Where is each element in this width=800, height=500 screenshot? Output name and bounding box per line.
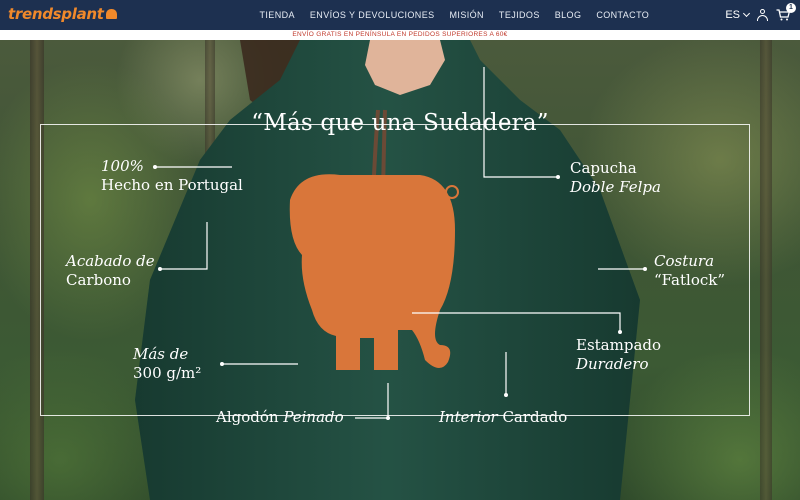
feature-capucha-line2: Doble Felpa (570, 178, 661, 196)
feature-gramaje-line2: 300 g/m² (133, 364, 202, 382)
feature-costura-line1: Costura (654, 252, 715, 270)
cart-count-badge: 1 (786, 3, 796, 13)
nav-item-envios[interactable]: ENVÍOS Y DEVOLUCIONES (302, 10, 442, 20)
feature-carbono-line2: Carbono (66, 271, 131, 289)
feature-estampado: Estampado Duradero (576, 336, 661, 374)
main-nav: TIENDA ENVÍOS Y DEVOLUCIONES MISIÓN TEJI… (252, 0, 657, 30)
nav-item-blog[interactable]: BLOG (547, 10, 589, 20)
chevron-down-icon (742, 9, 751, 18)
nav-item-mision[interactable]: MISIÓN (442, 10, 491, 20)
feature-interior: Interior Cardado (439, 408, 567, 427)
nav-item-contacto[interactable]: CONTACTO (589, 10, 657, 20)
feature-portugal-line2: Hecho en Portugal (101, 176, 243, 194)
feature-interior-line2: Cardado (502, 408, 568, 426)
feature-portugal: 100% Hecho en Portugal (101, 157, 243, 195)
feature-portugal-line1: 100% (101, 157, 144, 175)
logo-text: trendsplant (8, 5, 104, 23)
hero-headline: “Más que una Sudadera” (0, 110, 800, 136)
promo-banner: ENVÍO GRATIS EN PENÍNSULA EN PEDIDOS SUP… (0, 30, 800, 40)
feature-algodon-line2: Peinado (283, 408, 344, 426)
feature-carbono: Acabado de Carbono (66, 252, 155, 290)
feature-carbono-line1: Acabado de (66, 252, 155, 270)
cart-icon[interactable]: 1 (776, 3, 796, 21)
brand-logo[interactable]: trendsplant (8, 5, 117, 23)
feature-capucha-line1: Capucha (570, 159, 637, 177)
feature-costura-line2: “Fatlock” (654, 271, 726, 289)
feature-gramaje: Más de 300 g/m² (133, 345, 201, 383)
feature-interior-line1: Interior (439, 408, 498, 426)
feature-algodon-line1: Algodón (216, 408, 279, 426)
hero-headline-text: “Más que una Sudadera” (251, 110, 549, 136)
nav-item-tejidos[interactable]: TEJIDOS (491, 10, 547, 20)
feature-capucha: Capucha Doble Felpa (570, 159, 661, 197)
elephant-logo-icon (105, 9, 117, 19)
feature-costura: Costura “Fatlock” (654, 252, 725, 290)
top-navbar: trendsplant TIENDA ENVÍOS Y DEVOLUCIONES… (0, 0, 800, 30)
hero-section: “Más que una Sudadera” 100% Hecho en Por… (0, 40, 800, 500)
nav-item-tienda[interactable]: TIENDA (252, 10, 302, 20)
feature-algodon: Algodón Peinado (216, 408, 344, 427)
account-icon[interactable] (757, 9, 768, 21)
feature-estampado-line1: Estampado (576, 336, 662, 354)
feature-gramaje-line1: Más de (133, 345, 189, 363)
language-label: ES (725, 9, 740, 21)
header-actions: ES 1 (725, 0, 796, 30)
feature-estampado-line2: Duradero (576, 355, 649, 373)
language-selector[interactable]: ES (725, 9, 751, 21)
